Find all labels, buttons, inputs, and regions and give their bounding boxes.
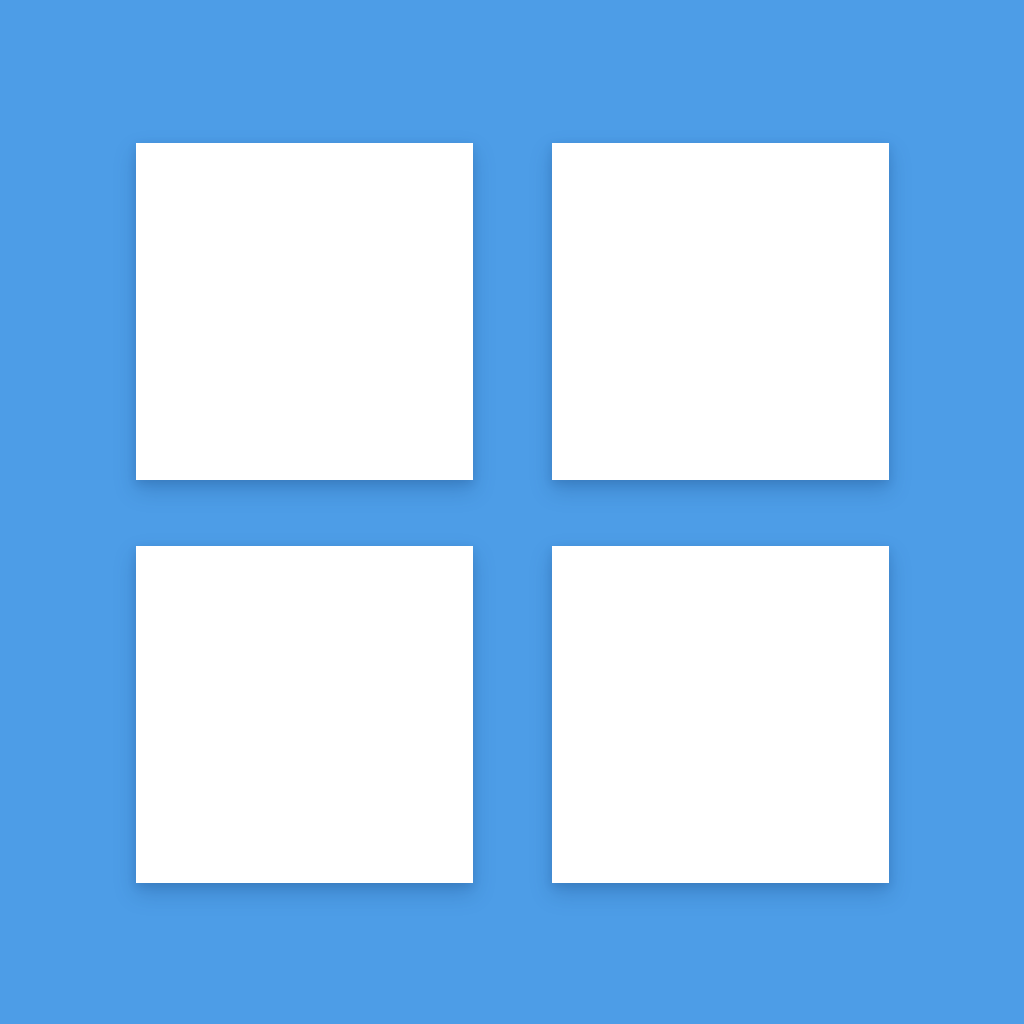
grid-tile-top-right: [552, 143, 889, 480]
grid-tile-top-left: [136, 143, 473, 480]
grid-tile-bottom-left: [136, 546, 473, 883]
grid-icon: [0, 0, 1024, 1024]
grid-tile-bottom-right: [552, 546, 889, 883]
